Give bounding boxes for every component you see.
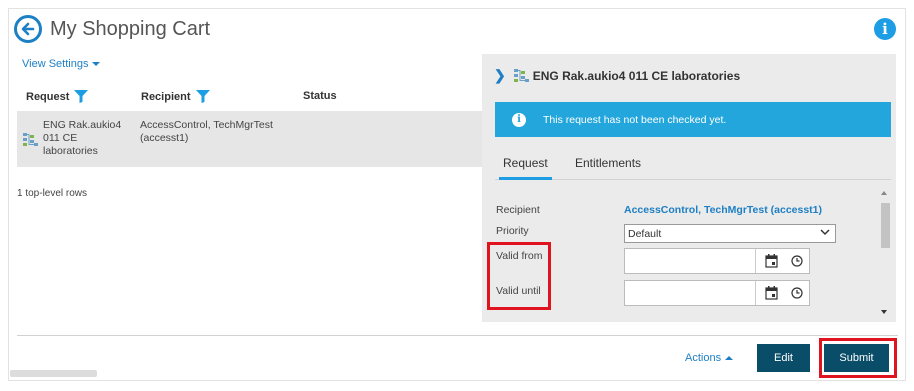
actions-label: Actions [685, 352, 722, 364]
horizontal-scrollbar[interactable] [10, 370, 97, 377]
caret-up-icon [725, 356, 734, 361]
notice-text: This request has not been checked yet. [543, 113, 727, 126]
info-icon[interactable]: i [874, 18, 896, 40]
column-header-status[interactable]: Status [303, 90, 337, 102]
back-button[interactable] [14, 15, 42, 43]
page-title: My Shopping Cart [50, 17, 211, 40]
divider [755, 281, 756, 305]
column-header-status-label: Status [303, 90, 337, 102]
highlight-box-validity-labels [487, 242, 551, 310]
building-network-icon [513, 69, 529, 82]
priority-select[interactable]: Default [624, 224, 836, 243]
arrow-left-icon [21, 22, 35, 36]
request-form: Recipient AccessControl, TechMgrTest (ac… [495, 184, 880, 322]
edit-button-label: Edit [774, 352, 793, 364]
notice-banner: i This request has not been checked yet. [495, 102, 891, 137]
view-settings-dropdown[interactable]: View Settings [22, 58, 101, 70]
scroll-down-arrow-icon[interactable] [881, 310, 887, 314]
submit-button[interactable]: Submit [824, 344, 889, 372]
priority-label: Priority [496, 225, 529, 237]
building-network-icon [23, 133, 38, 146]
submit-button-label: Submit [839, 352, 874, 364]
caret-down-icon [92, 62, 101, 67]
column-header-request-label: Request [26, 90, 70, 103]
row-recipient-text: AccessControl, TechMgrTest (accesst1) [140, 119, 273, 144]
chevron-down-icon [820, 229, 830, 236]
valid-until-input[interactable] [625, 281, 755, 305]
tab-entitlements-label: Entitlements [575, 156, 642, 170]
details-title[interactable]: ❯ ENG Rak.aukio4 011 CE laboratories [494, 67, 740, 84]
tab-bar: Request Entitlements [495, 152, 891, 180]
valid-until-field [624, 280, 810, 306]
chevron-right-icon[interactable]: ❯ [494, 67, 506, 84]
filter-icon[interactable] [195, 90, 210, 103]
valid-from-input[interactable] [625, 249, 755, 273]
tab-entitlements[interactable]: Entitlements [575, 156, 641, 180]
calendar-icon[interactable] [765, 254, 778, 268]
row-count-text: 1 top-level rows [17, 188, 88, 199]
footer-divider [17, 335, 898, 336]
row-request-text: ENG Rak.aukio4 011 CE laboratories [43, 119, 122, 157]
tab-request[interactable]: Request [499, 156, 552, 180]
edit-button[interactable]: Edit [757, 344, 810, 372]
divider [755, 249, 756, 273]
column-header-recipient[interactable]: Recipient [141, 90, 210, 103]
page-header: My Shopping Cart [14, 14, 210, 44]
details-scrollbar[interactable] [878, 189, 892, 322]
column-header-request[interactable]: Request [26, 90, 89, 103]
scroll-up-arrow-icon[interactable] [881, 191, 887, 195]
scrollbar-thumb[interactable] [881, 203, 890, 248]
priority-selected-value: Default [628, 228, 662, 240]
valid-from-field [624, 248, 810, 274]
recipient-label: Recipient [496, 204, 540, 216]
filter-icon[interactable] [74, 90, 89, 103]
tab-request-label: Request [503, 156, 548, 170]
details-title-label: ENG Rak.aukio4 011 CE laboratories [532, 68, 741, 83]
table-row[interactable]: ENG Rak.aukio4 011 CE laboratories Acces… [17, 111, 482, 167]
recipient-link[interactable]: AccessControl, TechMgrTest (accesst1) [624, 204, 822, 216]
clock-icon[interactable] [791, 255, 803, 267]
view-settings-label: View Settings [22, 58, 89, 70]
clock-icon[interactable] [791, 287, 803, 299]
column-header-recipient-label: Recipient [141, 90, 191, 103]
calendar-icon[interactable] [765, 286, 778, 300]
actions-menu[interactable]: Actions [685, 352, 734, 364]
info-icon: i [512, 112, 526, 127]
